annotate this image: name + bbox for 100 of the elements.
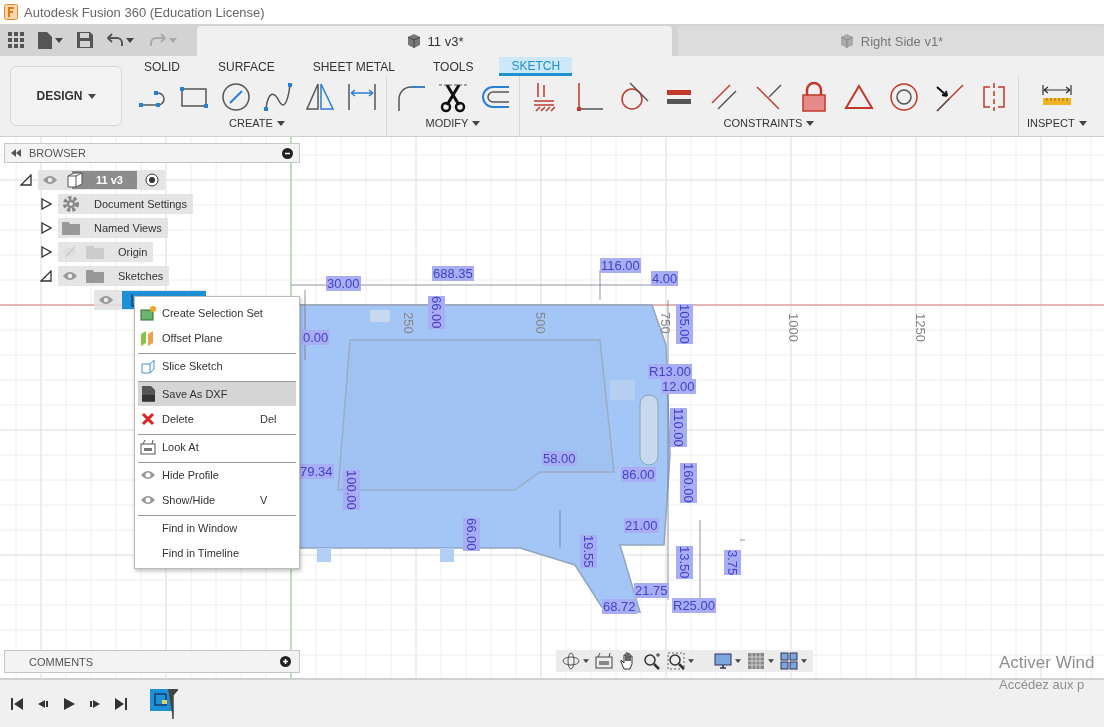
display-monitor-icon[interactable] bbox=[714, 652, 732, 670]
undo-button[interactable] bbox=[105, 31, 136, 49]
concentric-circles-icon[interactable] bbox=[888, 81, 920, 113]
collapse-panel-icon[interactable] bbox=[11, 149, 21, 157]
menu-item[interactable]: Slice Sketch bbox=[138, 353, 296, 378]
caret-icon[interactable] bbox=[768, 659, 774, 663]
file-button[interactable] bbox=[36, 29, 65, 51]
caret-icon[interactable] bbox=[126, 37, 134, 43]
skip-to-end-icon[interactable] bbox=[114, 696, 128, 711]
dimension-label[interactable]: 21.00 bbox=[624, 518, 659, 533]
caret-icon[interactable] bbox=[472, 120, 481, 126]
dimension-label[interactable]: 68.72 bbox=[602, 599, 637, 614]
dimension-label[interactable]: 13.50 bbox=[676, 546, 693, 579]
dimension-label[interactable]: 116.00 bbox=[600, 258, 641, 273]
zoom-icon[interactable] bbox=[643, 652, 661, 670]
menu-item[interactable]: Look At bbox=[138, 434, 296, 459]
gear-icon bbox=[62, 195, 80, 213]
slice-icon bbox=[140, 358, 156, 374]
collapsed-arrow-icon[interactable] bbox=[40, 246, 52, 258]
folder-icon bbox=[86, 269, 104, 283]
menu-item[interactable]: Create Selection Set bbox=[138, 300, 296, 325]
play-icon[interactable] bbox=[62, 696, 76, 711]
dimension-label[interactable]: 110.00 bbox=[670, 408, 687, 447]
menu-item[interactable]: Show/Hide V bbox=[138, 487, 296, 512]
panel-title: COMMENTS bbox=[29, 655, 95, 668]
menu-item[interactable]: Hide Profile bbox=[138, 462, 296, 487]
dimension-label[interactable]: 688.35 bbox=[432, 266, 474, 281]
collapsed-arrow-icon[interactable] bbox=[40, 198, 52, 210]
caret-icon[interactable] bbox=[806, 120, 815, 126]
ribbon-tab[interactable]: SURFACE bbox=[206, 57, 287, 76]
document-tab[interactable]: 11 v3* bbox=[197, 26, 672, 56]
dimension-label[interactable]: 66.00 bbox=[428, 296, 445, 329]
group-menu-button[interactable]: CONSTRAINTS bbox=[723, 117, 815, 129]
cube-icon bbox=[838, 33, 855, 49]
dimension-label[interactable]: 4.00 bbox=[651, 271, 679, 286]
fit-zoom-icon[interactable] bbox=[667, 652, 685, 670]
ribbon-tab[interactable]: SHEET METAL bbox=[300, 57, 407, 76]
axis-tick-label: 250 bbox=[401, 312, 416, 334]
group-menu-button[interactable]: CREATE bbox=[229, 117, 285, 129]
caret-icon[interactable] bbox=[87, 93, 96, 99]
scissors-icon[interactable] bbox=[437, 81, 469, 113]
axis-tick-label: 1000 bbox=[786, 313, 801, 342]
group-menu-button[interactable]: INSPECT bbox=[1027, 117, 1087, 129]
add-circle-icon[interactable] bbox=[280, 656, 291, 667]
dimension-label[interactable]: 100.00 bbox=[343, 470, 360, 510]
group-menu-button[interactable]: MODIFY bbox=[425, 117, 481, 129]
spline-icon[interactable] bbox=[262, 81, 294, 113]
dimension-label[interactable]: 79.34 bbox=[299, 464, 334, 479]
ribbon-tab[interactable]: SKETCH bbox=[499, 57, 573, 76]
menu-item[interactable]: Find in Timeline bbox=[138, 540, 296, 565]
menu-item[interactable]: Offset Plane bbox=[138, 325, 296, 350]
dimension-icon[interactable] bbox=[346, 81, 378, 113]
save-icon[interactable] bbox=[77, 32, 93, 48]
dimension-label[interactable]: 21.75 bbox=[634, 583, 669, 598]
activate-radio-icon[interactable] bbox=[144, 173, 159, 187]
caret-icon[interactable] bbox=[55, 37, 63, 43]
look-at-icon bbox=[140, 439, 156, 455]
caret-icon[interactable] bbox=[1078, 120, 1087, 126]
dimension-label[interactable]: 58.00 bbox=[542, 451, 577, 466]
expanded-arrow-icon[interactable] bbox=[40, 270, 52, 282]
dimension-label[interactable]: R25.00 bbox=[672, 598, 716, 613]
menu-item[interactable]: Save As DXF bbox=[138, 381, 296, 406]
dimension-label[interactable]: 105.00 bbox=[676, 304, 693, 344]
ribbon-tab[interactable]: SOLID bbox=[132, 57, 192, 76]
caret-icon[interactable] bbox=[735, 659, 741, 663]
workspace-menu-button[interactable]: DESIGN bbox=[10, 66, 122, 126]
caret-icon[interactable] bbox=[688, 659, 694, 663]
caret-icon[interactable] bbox=[801, 659, 807, 663]
menu-item[interactable]: Find in Window bbox=[138, 515, 296, 540]
cube-icon bbox=[405, 33, 422, 49]
dimension-label[interactable]: 0.00 bbox=[302, 330, 330, 345]
menu-item[interactable]: Delete Del bbox=[138, 406, 296, 431]
collapsed-arrow-icon[interactable] bbox=[40, 222, 52, 234]
mirror-triangles-icon[interactable] bbox=[304, 81, 336, 113]
dimension-label[interactable]: 66.00 bbox=[463, 518, 480, 551]
dimension-label[interactable]: 12.00 bbox=[661, 379, 696, 394]
expanded-arrow-icon[interactable] bbox=[20, 174, 32, 186]
file-icon bbox=[38, 31, 52, 49]
minus-circle-icon[interactable] bbox=[282, 147, 293, 159]
tangent-circle-icon[interactable] bbox=[618, 81, 650, 113]
dimension-label[interactable]: 160.00 bbox=[680, 463, 697, 503]
offset-planes-icon bbox=[140, 330, 156, 346]
caret-icon[interactable] bbox=[583, 659, 589, 663]
apps-grid-icon[interactable] bbox=[8, 32, 24, 48]
close-icon bbox=[140, 411, 156, 427]
ribbon-tab[interactable]: TOOLS bbox=[420, 57, 486, 76]
orbit-icon[interactable] bbox=[562, 652, 580, 670]
dimension-label[interactable]: 19.55 bbox=[580, 535, 597, 568]
dimension-label[interactable]: 86.00 bbox=[621, 467, 656, 482]
circle-icon[interactable] bbox=[220, 81, 252, 113]
document-tab[interactable]: Right Side v1* bbox=[678, 26, 1104, 56]
dimension-label[interactable]: R13.00 bbox=[648, 364, 692, 379]
activation-notice-title: Activer Wind bbox=[999, 652, 1095, 674]
caret-icon[interactable] bbox=[276, 120, 285, 126]
timeline-sketch-feature-icon[interactable] bbox=[150, 688, 178, 719]
look-at-icon[interactable] bbox=[595, 652, 613, 670]
skip-to-start-icon[interactable] bbox=[10, 696, 24, 711]
dimension-label[interactable]: 3.75 bbox=[724, 550, 741, 576]
viewports-icon[interactable] bbox=[780, 652, 798, 670]
dimension-label[interactable]: 30.00 bbox=[326, 276, 361, 291]
